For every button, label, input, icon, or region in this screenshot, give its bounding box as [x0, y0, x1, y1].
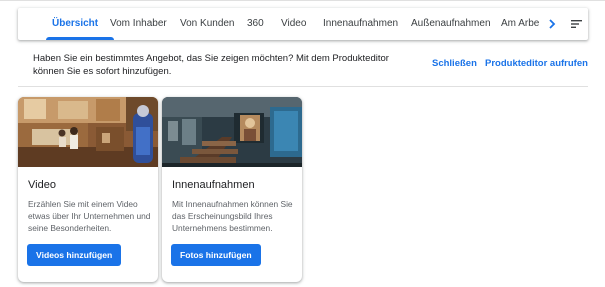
photo-category-tabs: Übersicht Vom Inhaber Von Kunden 360 Vid…: [18, 8, 588, 40]
video-card-title: Video: [28, 179, 56, 191]
sort-menu-button[interactable]: [566, 8, 588, 40]
scroll-tabs-right-button[interactable]: [540, 8, 564, 40]
open-product-editor-button[interactable]: Produkteditor aufrufen: [485, 58, 588, 69]
chevron-right-icon: [549, 19, 556, 29]
tab-innenaufnahmen[interactable]: Innenaufnahmen: [323, 8, 398, 40]
video-card-image: [18, 97, 158, 167]
add-photos-button[interactable]: Fotos hinzufügen: [171, 244, 261, 266]
tab-am-arbeitsplatz[interactable]: Am Arbe: [501, 8, 539, 40]
tab-von-kunden[interactable]: Von Kunden: [180, 8, 235, 40]
tab-list: Übersicht Vom Inhaber Von Kunden 360 Vid…: [18, 8, 540, 40]
interior-photos-card-title: Innenaufnahmen: [172, 179, 255, 191]
interior-photos-card: Innenaufnahmen Mit Innenaufnahmen können…: [162, 97, 302, 282]
close-banner-button[interactable]: Schließen: [432, 58, 477, 69]
add-videos-button[interactable]: Videos hinzufügen: [27, 244, 122, 266]
interior-photos-card-description: Mit Innenaufnahmen können Sie das Ersche…: [172, 199, 293, 233]
sort-menu-icon: [571, 20, 582, 28]
tab-aussenaufnahmen[interactable]: Außenaufnahmen: [411, 8, 491, 40]
tab-video[interactable]: Video: [281, 8, 306, 40]
interior-photos-card-image: [162, 97, 302, 167]
video-card-description: Erzählen Sie mit einem Video etwas über …: [28, 199, 151, 233]
top-border: [0, 0, 605, 1]
tab-360[interactable]: 360: [247, 8, 264, 40]
banner-divider: [18, 86, 588, 87]
video-card: Video Erzählen Sie mit einem Video etwas…: [18, 97, 158, 282]
tab-vom-inhaber[interactable]: Vom Inhaber: [110, 8, 167, 40]
product-editor-banner-text: Haben Sie ein bestimmtes Angebot, das Si…: [33, 53, 389, 77]
active-tab-indicator: [46, 37, 114, 40]
tab-uebersicht[interactable]: Übersicht: [52, 8, 98, 40]
